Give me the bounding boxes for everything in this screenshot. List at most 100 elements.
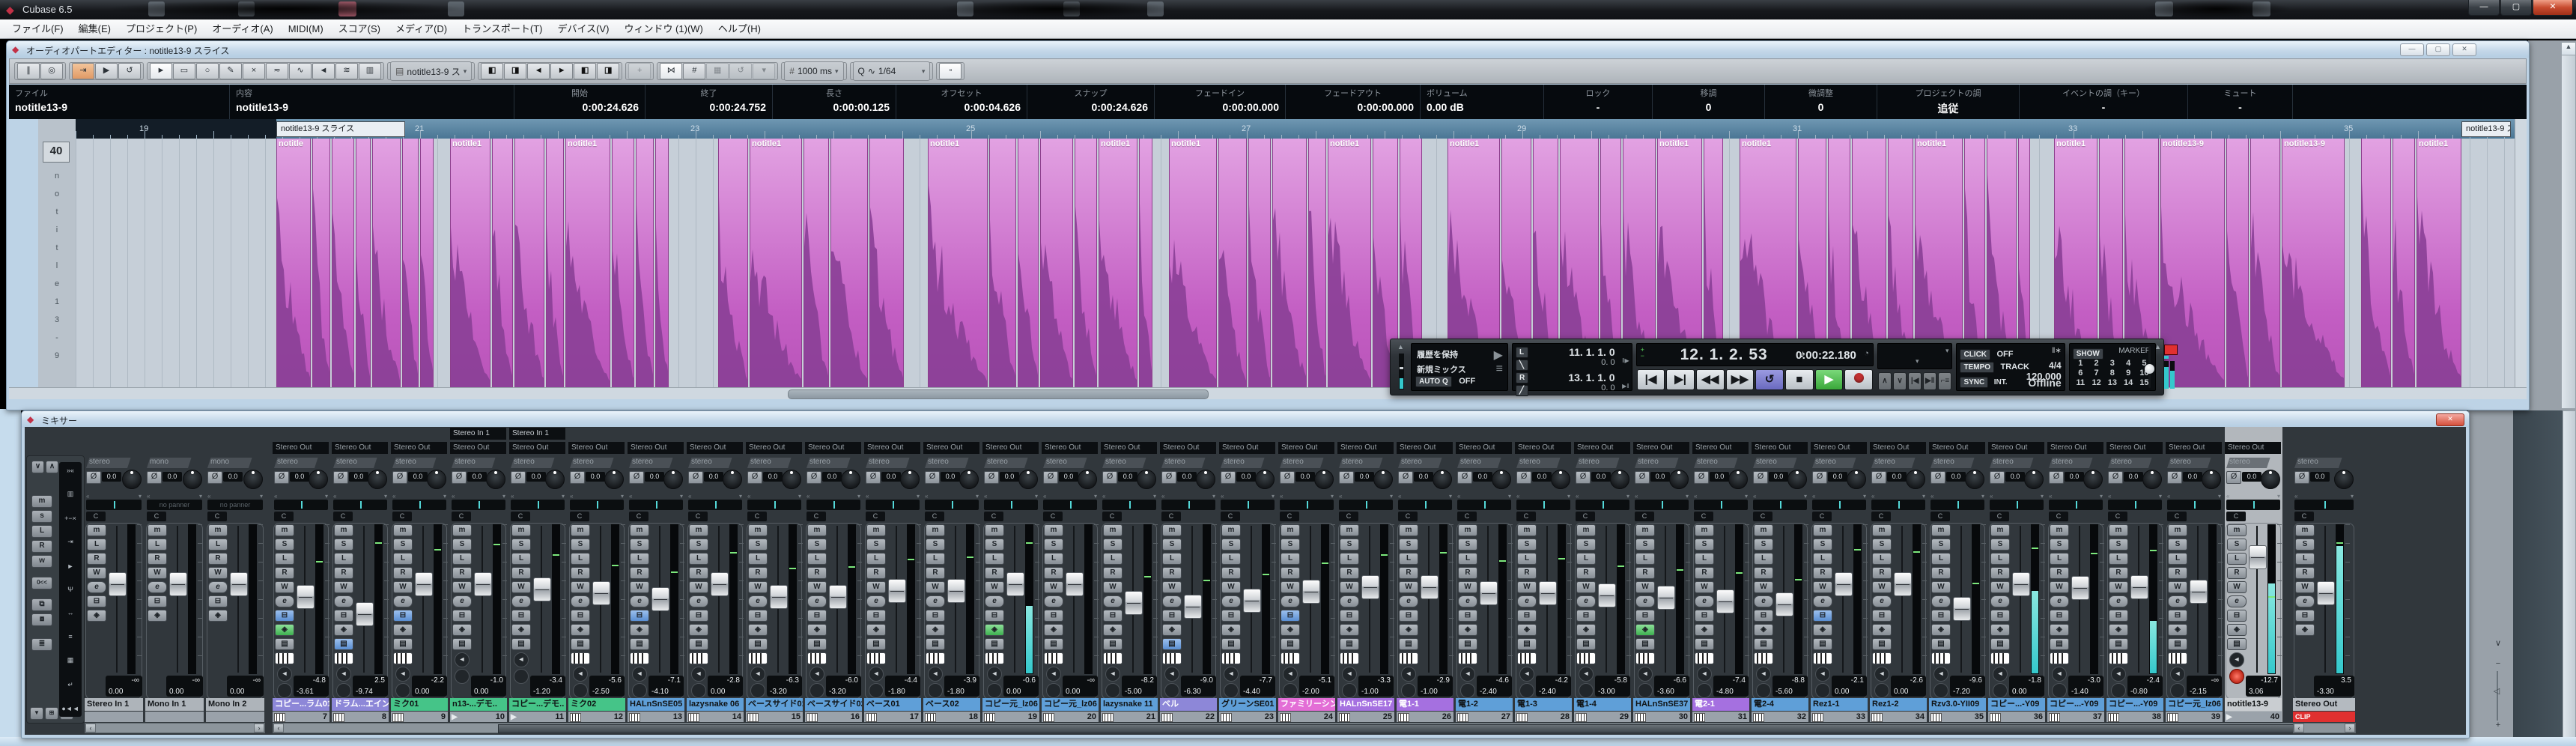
- pan-control[interactable]: [1102, 500, 1156, 510]
- value-display[interactable]: -3.3 -1.00: [1358, 676, 1394, 697]
- gain-knob[interactable]: [122, 470, 142, 489]
- edit-button[interactable]: e: [1635, 595, 1655, 607]
- phase-button[interactable]: Ø: [147, 471, 162, 484]
- fader-cap[interactable]: [1302, 580, 1320, 604]
- instrument-button[interactable]: [926, 652, 945, 664]
- listen-button[interactable]: L: [452, 553, 472, 565]
- value-display[interactable]: -9.0 -6.30: [1181, 676, 1216, 697]
- output-routing[interactable]: Stereo Out: [2106, 442, 2163, 454]
- mute-button[interactable]: m: [334, 524, 353, 536]
- snap-menu-arrow[interactable]: ▾: [753, 63, 776, 79]
- sends-state-button[interactable]: ▤: [1221, 638, 1241, 650]
- mixer-hscrollbar[interactable]: ‹›: [2293, 723, 2356, 733]
- eq-state-button[interactable]: ◈: [393, 624, 413, 636]
- mute-button[interactable]: m: [208, 524, 228, 536]
- sends-state-button[interactable]: ▤: [807, 638, 827, 650]
- fader-cap[interactable]: [1480, 581, 1498, 605]
- monitor-button[interactable]: ◄: [2170, 667, 2185, 682]
- gain-knob[interactable]: [604, 470, 624, 489]
- value-display[interactable]: -7.4 -4.80: [1713, 676, 1749, 697]
- chevron-down-icon[interactable]: ▾: [857, 493, 860, 500]
- pan-center-button[interactable]: C: [1635, 512, 1654, 521]
- collapse-icon[interactable]: «: [1280, 493, 1283, 500]
- gain-knob[interactable]: [2334, 470, 2354, 489]
- fader-cap[interactable]: [169, 572, 187, 596]
- solo-button[interactable]: S: [1281, 539, 1300, 551]
- read-button[interactable]: R: [1044, 567, 1063, 579]
- info-value[interactable]: -: [2026, 101, 2181, 113]
- pan-center-button[interactable]: C: [274, 512, 294, 521]
- record-arm-button[interactable]: [1283, 683, 1298, 698]
- record-arm-button[interactable]: [1342, 683, 1357, 698]
- channel-number-row[interactable]: 34: [1870, 712, 1927, 722]
- sends-state-button[interactable]: ▤: [1162, 638, 1182, 650]
- audio-slice[interactable]: [2361, 139, 2391, 387]
- mute-button[interactable]: m: [866, 524, 886, 536]
- edit-button[interactable]: e: [393, 595, 413, 607]
- phase-button[interactable]: Ø: [1694, 471, 1709, 484]
- channel-number-row[interactable]: 39: [2166, 712, 2223, 722]
- pan-control[interactable]: [333, 500, 387, 510]
- pan-center-button[interactable]: C: [1516, 512, 1536, 521]
- sends-state-button[interactable]: ▤: [985, 638, 1004, 650]
- edit-button[interactable]: e: [985, 595, 1004, 607]
- listen-button[interactable]: L: [2295, 553, 2315, 565]
- inserts-state-button[interactable]: ⊟: [689, 610, 708, 622]
- mute-button[interactable]: m: [1399, 524, 1418, 536]
- inserts-state-button[interactable]: ⊟: [2227, 610, 2247, 622]
- mute-button[interactable]: m: [926, 524, 945, 536]
- sends-state-button[interactable]: ▤: [1576, 638, 1596, 650]
- read-button[interactable]: R: [985, 567, 1004, 579]
- record-arm-button[interactable]: [1224, 683, 1239, 698]
- marker-number-button[interactable]: 6: [2073, 369, 2089, 378]
- fader-cap[interactable]: [1716, 589, 1734, 613]
- output-routing[interactable]: Stereo Out: [1337, 442, 1394, 454]
- collapse-icon[interactable]: «: [1635, 493, 1638, 500]
- value-display[interactable]: -∞ 0.00: [166, 676, 203, 697]
- edit-button[interactable]: e: [2295, 595, 2315, 607]
- mute-button[interactable]: m: [1695, 524, 1714, 536]
- eq-state-button[interactable]: ◈: [148, 610, 167, 622]
- inserts-state-button[interactable]: ⊟: [452, 610, 472, 622]
- collapse-icon[interactable]: «: [1871, 493, 1874, 500]
- fader-cap[interactable]: [1598, 583, 1616, 607]
- click-pattern-icon[interactable]: ‖∗: [2052, 347, 2062, 355]
- listen-button[interactable]: L: [866, 553, 886, 565]
- eq-state-button[interactable]: ◈: [1458, 624, 1477, 636]
- read-button[interactable]: R: [452, 567, 472, 579]
- eq-state-button[interactable]: ◈: [1162, 624, 1182, 636]
- read-button[interactable]: R: [511, 567, 531, 579]
- fader-cap[interactable]: [533, 577, 551, 601]
- sends-state-button[interactable]: ▤: [452, 638, 472, 650]
- read-button[interactable]: R: [2168, 567, 2187, 579]
- collapse-icon[interactable]: «: [1990, 493, 1993, 500]
- autoq-value[interactable]: OFF: [1459, 377, 1475, 386]
- pan-center-button[interactable]: C: [86, 512, 106, 521]
- global-s-button[interactable]: s: [31, 510, 52, 523]
- instrument-button[interactable]: [1281, 652, 1300, 664]
- input-gain-value[interactable]: 0.0: [162, 472, 182, 482]
- gain-knob[interactable]: [1196, 470, 1215, 489]
- audio-slice[interactable]: notitle1: [1169, 139, 1217, 387]
- fader-track[interactable]: [2012, 526, 2029, 673]
- eq-state-button[interactable]: ◈: [2050, 624, 2069, 636]
- instrument-button[interactable]: [1399, 652, 1418, 664]
- monitor-button[interactable]: ◄: [2229, 652, 2244, 667]
- phase-button[interactable]: Ø: [1280, 471, 1295, 484]
- instrument-button[interactable]: [1044, 652, 1063, 664]
- channel-number-row[interactable]: 8: [332, 712, 389, 722]
- inserts-state-button[interactable]: ⊟: [866, 610, 886, 622]
- audio-slice[interactable]: [312, 139, 330, 387]
- chevron-down-icon[interactable]: ▾: [2041, 493, 2044, 500]
- eq-state-button[interactable]: ◈: [1044, 624, 1063, 636]
- monitor-button[interactable]: ◄: [1933, 667, 1948, 682]
- phase-button[interactable]: Ø: [392, 471, 407, 484]
- fader-cap[interactable]: [1835, 572, 1853, 596]
- listen-button[interactable]: L: [689, 553, 708, 565]
- channel-name[interactable]: Stereo Out: [2293, 698, 2355, 711]
- sends-state-button[interactable]: ▤: [1872, 638, 1892, 650]
- eq-state-button[interactable]: ◈: [748, 624, 768, 636]
- collapse-icon[interactable]: «: [629, 493, 632, 500]
- read-button[interactable]: R: [1754, 567, 1773, 579]
- write-button[interactable]: W: [1162, 581, 1182, 593]
